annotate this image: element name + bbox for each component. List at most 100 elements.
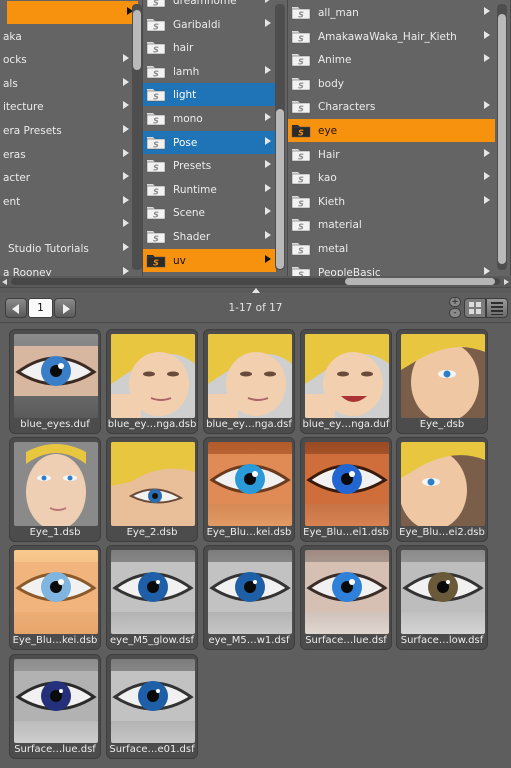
file-thumbnail-image [401,550,485,634]
vertical-scrollbar[interactable] [275,4,285,270]
file-name: Eye_1.dsb [29,527,81,538]
file-thumbnail-image [401,334,485,418]
folder-label: all_man [318,6,359,19]
horizontal-scrollbar[interactable] [0,276,511,287]
svg-text:S: S [298,82,304,91]
folder-item[interactable]: S Kieth [288,190,495,213]
expand-arrow-icon [123,196,129,204]
folder-label: dreamhome [173,0,237,7]
expand-arrow-icon [484,267,490,275]
file-tile[interactable]: Eye_.dsb [396,329,488,434]
folder-icon: S [146,182,166,197]
file-tile[interactable]: Eye_Blu…kei.dsb [203,437,295,542]
thumbnail-size-control[interactable]: + - [449,297,463,319]
file-tile[interactable]: Surface…low.dsf [396,545,488,650]
folder-item[interactable]: Sbody [288,72,495,95]
folder-item[interactable]: S Shader [143,225,276,248]
scroll-thumb[interactable] [133,10,141,70]
folder-item[interactable]: S Runtime [143,178,276,201]
file-tile[interactable]: Surface…lue.dsf [9,654,101,759]
folder-label: hair [173,41,194,54]
file-tile[interactable]: Eye_Blu…kei.dsb [9,545,101,650]
folder-icon: S [291,123,311,138]
zoom-in-button[interactable]: + [449,297,461,307]
zoom-out-button[interactable]: - [449,308,461,318]
file-tile[interactable]: eye_M5…w1.dsf [203,545,295,650]
file-tile[interactable]: Eye_Blu…ei1.dsb [300,437,392,542]
file-tile[interactable]: Surface…lue.dsf [300,545,392,650]
expand-arrow-icon [123,267,129,275]
scroll-left-arrow-icon[interactable] [2,279,7,285]
folder-item[interactable]: ent [0,190,134,213]
folder-item[interactable]: ocks [0,48,134,71]
folder-label: aka [3,30,22,43]
file-thumbnail-image [111,659,195,743]
folder-item[interactable]: Slight [143,83,276,106]
folder-item[interactable] [0,213,134,236]
folder-label: Garibaldi [173,18,221,31]
file-name: eye_M5…w1.dsf [208,635,290,646]
folder-item[interactable]: Sall_man [288,1,495,24]
folder-item[interactable]: Smaterial [288,213,495,236]
folder-item[interactable]: aka [0,25,134,48]
folder-item[interactable]: Suv [143,249,276,272]
expand-arrow-icon [265,207,271,215]
folder-item[interactable]: Seye [288,119,495,142]
scroll-thumb[interactable] [345,278,495,285]
folder-item[interactable]: itecture [0,95,134,118]
folder-label: Pose [173,136,198,149]
results-range: 1-17 of 17 [228,302,283,314]
folder-item[interactable]: era Presets [0,119,134,142]
folder-item[interactable]: S Anime [288,48,495,71]
folder-item[interactable]: Shair [143,36,276,59]
list-view-button[interactable] [486,298,508,318]
folder-item[interactable] [7,1,138,24]
file-thumbnail-grid: blue_eyes.duf blue_ey…nga.dsb blue_ey…nga.… [0,324,511,768]
vertical-scrollbar[interactable] [132,4,142,270]
folder-label: body [318,77,344,90]
folder-item[interactable]: Sdreamhome [143,0,276,12]
file-thumbnail-image [305,334,389,418]
folder-item[interactable]: a Rooney [0,261,134,276]
file-name: Eye_2.dsb [126,527,178,538]
folder-item[interactable]: eras [0,143,134,166]
file-tile[interactable]: Surface…e01.dsf [106,654,198,759]
file-tile[interactable]: Eye_Blu…ei2.dsb [396,437,488,542]
folder-item[interactable]: Studio Tutorials [0,237,134,260]
folder-item[interactable]: Smetal [288,237,495,260]
folder-item[interactable]: S Hair [288,143,495,166]
file-tile[interactable]: blue_ey…nga.dsb [106,329,198,434]
expand-arrow-icon [265,231,271,239]
scroll-thumb[interactable] [276,109,284,269]
folder-item[interactable]: Slamh [143,60,276,83]
file-tile[interactable]: blue_eyes.duf [9,329,101,434]
folder-item[interactable]: acter [0,166,134,189]
folder-item[interactable]: als [0,72,134,95]
folder-item[interactable]: Smono [143,107,276,130]
folder-icon: S [291,29,311,44]
expand-arrow-icon [484,101,490,109]
folder-label: eye [318,124,338,137]
file-name: Surface…lue.dsf [14,744,96,755]
folder-item[interactable]: S PeopleBasic [288,261,495,276]
file-name: blue_eyes.duf [20,419,90,430]
file-tile[interactable]: eye_M5_glow.dsf [106,545,198,650]
folder-item[interactable]: S Characters [288,95,495,118]
folder-item[interactable]: S AmakawaWaka_Hair_Kieth [288,25,495,48]
scroll-right-arrow-icon[interactable] [504,279,509,285]
folder-item[interactable]: S Garibaldi [143,13,276,36]
folder-item[interactable]: Skao [288,166,495,189]
folder-icon: S [291,170,311,185]
folder-item[interactable]: S Scene [143,201,276,224]
vertical-scrollbar[interactable] [497,4,507,270]
file-tile[interactable]: blue_ey…nga.dsf [203,329,295,434]
scroll-thumb[interactable] [498,14,506,264]
file-tile[interactable]: Eye_1.dsb [9,437,101,542]
file-thumbnail-image [401,442,485,526]
folder-item[interactable]: S Presets [143,154,276,177]
folder-item[interactable]: S Pose [143,131,276,154]
file-tile[interactable]: Eye_2.dsb [106,437,198,542]
folder-label: lamh [173,65,200,78]
grid-view-button[interactable] [464,298,486,318]
file-tile[interactable]: blue_ey…nga.duf [300,329,392,434]
